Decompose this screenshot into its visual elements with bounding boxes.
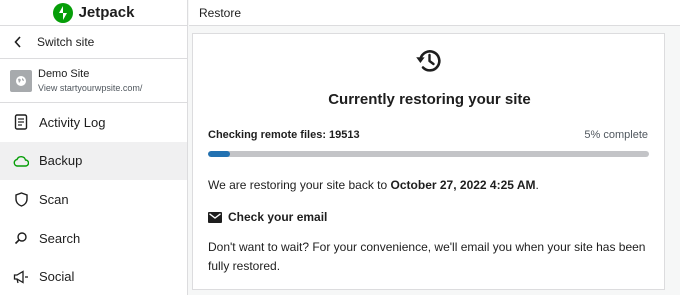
chevron-left-icon xyxy=(14,36,24,48)
globe-icon xyxy=(10,69,32,92)
page-header: Restore xyxy=(189,0,680,26)
sidebar-item-label: Backup xyxy=(39,153,83,169)
progress-bar xyxy=(208,151,649,157)
sidebar-item-label: Search xyxy=(39,230,81,246)
switch-site-label: Switch site xyxy=(37,35,95,49)
cloud-icon xyxy=(13,153,29,169)
jetpack-logo[interactable]: Jetpack xyxy=(0,0,187,26)
sidebar-item-label: Scan xyxy=(39,191,69,207)
site-selector[interactable]: Demo Site View startyourwpsite.com/ xyxy=(0,59,187,103)
restore-title: Currently restoring your site xyxy=(328,91,531,108)
sidebar: Jetpack Switch site Demo Site View start… xyxy=(0,0,188,295)
shield-icon xyxy=(13,191,29,207)
envelope-icon xyxy=(208,211,222,223)
site-name: Demo Site xyxy=(38,68,90,80)
sidebar-item-label: Social xyxy=(39,269,75,285)
email-description: Don't want to wait? For your convenience… xyxy=(208,240,646,273)
restore-date: October 27, 2022 4:25 AM xyxy=(390,178,536,192)
progress-percent: 5% complete xyxy=(584,129,648,141)
sidebar-item-search[interactable]: Search xyxy=(0,219,187,258)
restore-progress-card: Currently restoring your site Checking r… xyxy=(192,33,665,290)
sidebar-item-scan[interactable]: Scan xyxy=(0,180,187,219)
sidebar-item-social[interactable]: Social xyxy=(0,257,187,295)
progress-status: Checking remote files: 19513 xyxy=(208,129,360,141)
email-heading: Check your email xyxy=(208,210,327,224)
restore-message-prefix: We are restoring your site back to xyxy=(208,178,391,192)
page-title: Restore xyxy=(199,5,242,20)
restore-history-icon xyxy=(414,46,444,76)
search-icon xyxy=(13,230,29,246)
activity-log-icon xyxy=(13,114,29,130)
switch-site-link[interactable]: Switch site xyxy=(0,26,187,59)
email-heading-label: Check your email xyxy=(228,210,328,224)
progress-bar-fill xyxy=(208,151,231,157)
megaphone-icon xyxy=(13,269,29,285)
jetpack-bolt-icon xyxy=(52,2,73,23)
site-url-link[interactable]: View startyourwpsite.com/ xyxy=(38,83,142,93)
restore-message: We are restoring your site back to Octob… xyxy=(208,178,539,192)
brand-name: Jetpack xyxy=(78,4,135,21)
sidebar-item-backup[interactable]: Backup xyxy=(0,141,187,181)
sidebar-item-label: Activity Log xyxy=(39,114,106,130)
sidebar-item-activity-log[interactable]: Activity Log xyxy=(0,103,187,142)
restore-message-suffix: . xyxy=(535,178,539,192)
